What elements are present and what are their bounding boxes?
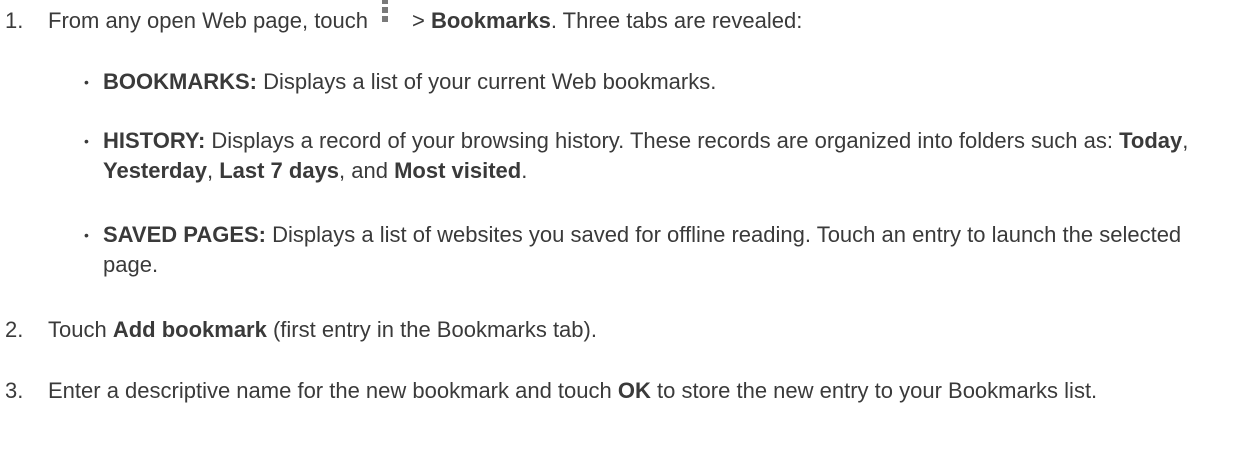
step-text: Enter a descriptive name for the new boo… (48, 378, 1098, 403)
step-text: Touch Add bookmark (first entry in the B… (48, 317, 597, 342)
step-number: 3. (5, 378, 24, 403)
step-text: From any open Web page, touch > Bookmarks… (48, 0, 1238, 36)
step-number: 1. (5, 8, 24, 33)
tab-label-history: HISTORY: (103, 128, 206, 153)
step-number: 2. (5, 317, 24, 342)
add-bookmark-label: Add bookmark (112, 317, 267, 342)
folder-last-7-days: Last 7 days (219, 158, 340, 183)
menu-overflow-icon (380, 0, 396, 36)
tab-label-bookmarks: BOOKMARKS: (103, 69, 257, 94)
bullet-dot: • (84, 227, 89, 243)
bullet-dot: • (84, 133, 89, 149)
folder-today: Today (1119, 128, 1183, 153)
bullet-dot: • (84, 74, 89, 90)
ok-label: OK (617, 378, 651, 403)
folder-yesterday: Yesterday (103, 158, 207, 183)
folder-most-visited: Most visited (394, 158, 522, 183)
tab-label-saved-pages: SAVED PAGES: (103, 222, 266, 247)
